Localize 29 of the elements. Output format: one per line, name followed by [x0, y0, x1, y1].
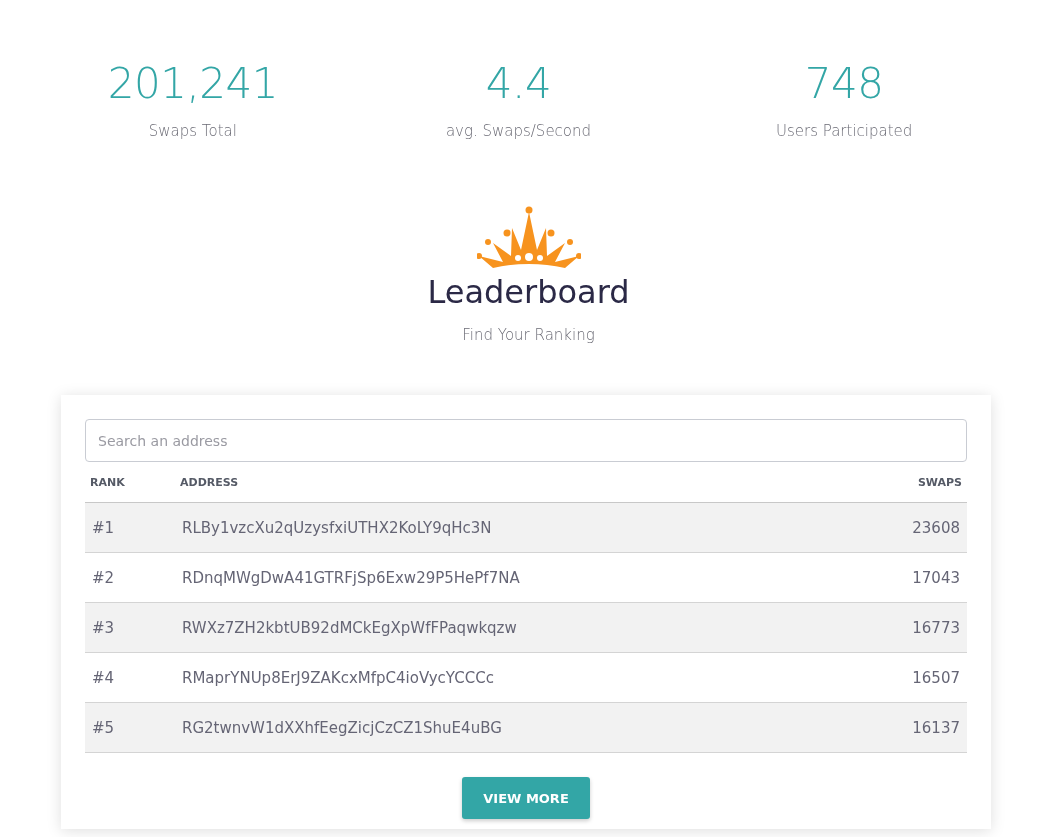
swaps-cell-text: 16773 [911, 618, 961, 637]
stat-label: Users Participated [776, 122, 913, 140]
stat-value: 201,241 [107, 58, 278, 110]
rank-cell-text: #5 [91, 718, 116, 737]
crown-icon [476, 206, 581, 270]
column-header: RANK [89, 475, 126, 489]
column-header: SWAPS [916, 475, 963, 489]
stat-value: 748 [804, 58, 884, 110]
address-cell-text: RMaprYNUp8ErJ9ZAKcxMfpC4ioVycYCCCc [181, 668, 495, 687]
swaps-cell-text: 16507 [911, 668, 961, 687]
rank-cell-text: #2 [91, 568, 116, 587]
stat-label: Swaps Total [148, 122, 237, 140]
column-header: ADDRESS [179, 475, 240, 489]
rank-cell-text: #3 [91, 618, 116, 637]
search-field[interactable]: Search an address [85, 419, 967, 462]
address-cell-text: RWXz7ZH2kbtUB92dMCkEgXpWfFPaqwkqzw [181, 618, 518, 637]
address-cell-text: RLBy1vzcXu2qUzysfxiUTHX2KoLY9qHc3N [181, 518, 493, 537]
rank-cell-text: #4 [91, 668, 116, 687]
leaderboard-subtitle: Find Your Ranking [462, 326, 595, 344]
view-more-button[interactable]: VIEW MORE [462, 777, 590, 819]
address-cell-text: RG2twnvW1dXXhfEegZicjCzCZ1ShuE4uBG [181, 718, 503, 737]
swaps-cell-text: 17043 [911, 568, 961, 587]
address-cell-text: RDnqMWgDwA41GTRFjSp6Exw29P5HePf7NA [181, 568, 521, 587]
stat-label: avg. Swaps/Second [445, 122, 592, 140]
rank-cell-text: #1 [91, 518, 116, 537]
swaps-cell-text: 23608 [911, 518, 961, 537]
swaps-cell-text: 16137 [911, 718, 961, 737]
stat-value: 4.4 [485, 58, 552, 110]
leaderboard-title: Leaderboard [427, 272, 630, 312]
